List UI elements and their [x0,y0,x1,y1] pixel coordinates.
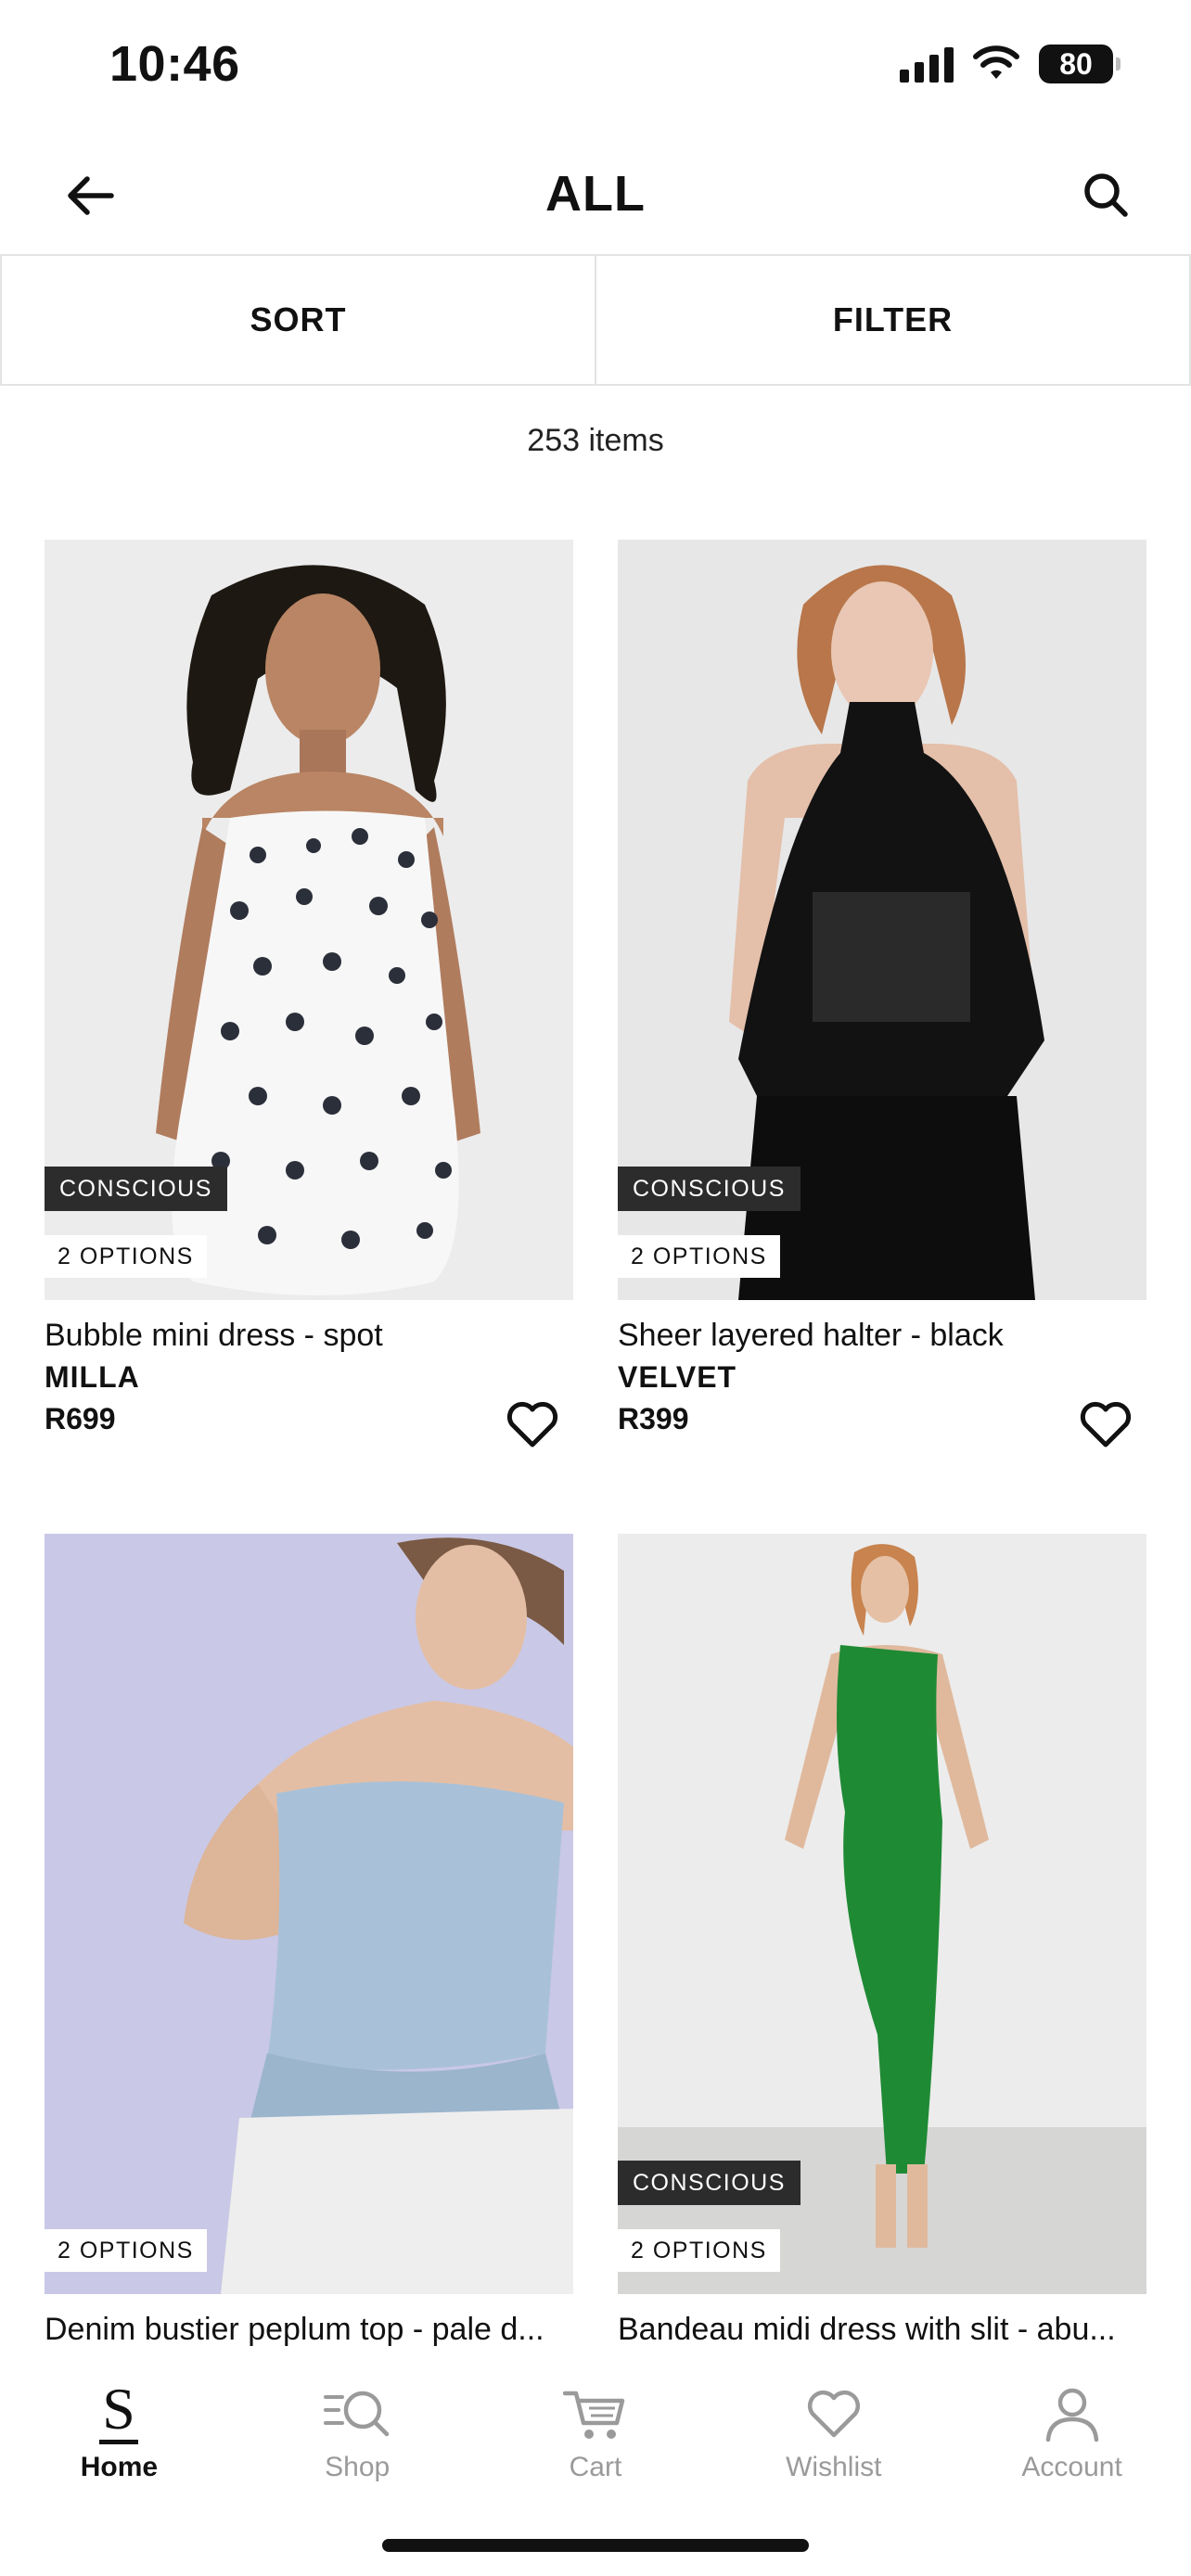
nav-label-account: Account [1021,2452,1122,2482]
battery-level: 80 [1059,46,1093,81]
battery-icon: 80 [1039,45,1121,83]
wishlist-button[interactable] [503,1395,562,1454]
heart-icon [506,1401,558,1447]
product-image[interactable]: CONSCIOUS 2 OPTIONS [618,1534,1146,2294]
product-card[interactable]: 2 OPTIONS Denim bustier peplum top - pal… [45,1534,573,2350]
svg-text:S: S [103,2380,136,2442]
product-photo-denim-bustier [45,1534,573,2294]
heart-icon [797,2381,871,2446]
item-count: 253 items [527,423,664,458]
product-name[interactable]: Denim bustier peplum top - pale d... [45,2309,573,2350]
nav-item-wishlist[interactable]: Wishlist [714,2355,953,2504]
conscious-badge: CONSCIOUS [618,2161,800,2205]
search-button[interactable] [1072,161,1139,228]
product-brand: MILLA [45,1360,140,1394]
product-card[interactable]: CONSCIOUS 2 OPTIONS Sheer layered halter… [618,540,1146,1447]
wishlist-button[interactable] [1076,1395,1135,1454]
page-title: ALL [545,166,646,222]
options-badge: 2 OPTIONS [618,2229,780,2272]
product-image[interactable]: CONSCIOUS 2 OPTIONS [618,540,1146,1300]
filter-button[interactable]: FILTER [595,256,1191,384]
cellular-signal-icon [900,45,954,83]
header: ALL [0,130,1191,254]
nav-item-shop[interactable]: Shop [238,2355,477,2504]
options-badge: 2 OPTIONS [618,1235,780,1278]
bottom-nav: S Home Shop Cart Wishlist Account [0,2355,1191,2504]
product-image[interactable]: 2 OPTIONS [45,1534,573,2294]
sort-filter-bar: SORT FILTER [0,254,1191,386]
options-badge: 2 OPTIONS [45,1235,207,1278]
options-badge: 2 OPTIONS [45,2229,207,2272]
product-brand: VELVET [618,1360,737,1394]
product-name[interactable]: Bubble mini dress - spot [45,1315,573,1356]
nav-label-home: Home [80,2452,159,2482]
sort-button[interactable]: SORT [0,256,595,384]
store-logo-s-icon: S [82,2380,156,2446]
search-icon [1084,173,1128,217]
nav-item-cart[interactable]: Cart [477,2355,715,2504]
product-name[interactable]: Sheer layered halter - black [618,1315,1146,1356]
cart-icon [558,2381,633,2446]
wifi-icon [973,45,1019,79]
product-price: R399 [618,1402,689,1435]
heart-icon [1080,1401,1132,1447]
nav-label-wishlist: Wishlist [786,2452,882,2482]
status-time: 10:46 [109,36,240,92]
product-name[interactable]: Bandeau midi dress with slit - abu... [618,2309,1146,2350]
conscious-badge: CONSCIOUS [45,1167,227,1211]
product-card[interactable]: CONSCIOUS 2 OPTIONS Bubble mini dress - … [45,540,573,1447]
user-icon [1035,2381,1109,2446]
nav-item-home[interactable]: S Home [0,2355,238,2504]
home-indicator[interactable] [382,2539,809,2552]
nav-item-account[interactable]: Account [953,2355,1191,2504]
nav-label-shop: Shop [325,2452,391,2482]
status-bar: 10:46 80 [0,0,1191,130]
conscious-badge: CONSCIOUS [618,1167,800,1211]
shop-search-icon [320,2381,394,2446]
nav-label-cart: Cart [569,2452,622,2482]
product-price: R699 [45,1402,116,1435]
product-card[interactable]: CONSCIOUS 2 OPTIONS Bandeau midi dress w… [618,1534,1146,2350]
status-icons: 80 [900,45,1121,83]
product-image[interactable]: CONSCIOUS 2 OPTIONS [45,540,573,1300]
